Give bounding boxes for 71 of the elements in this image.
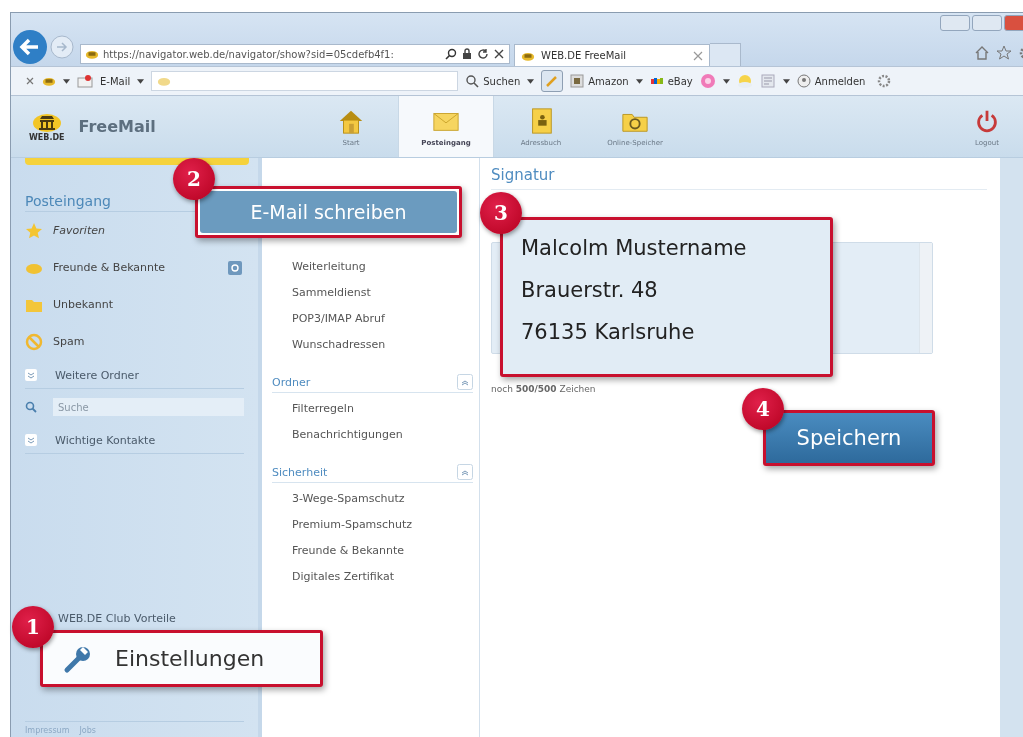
browser-tab[interactable]: WEB.DE FreeMail: [514, 44, 710, 66]
restore-button[interactable]: [972, 15, 1002, 31]
forward-button[interactable]: [50, 35, 74, 59]
settings-link[interactable]: 3-Wege-Spamschutz: [272, 489, 473, 515]
signature-line: Brauerstr. 48: [521, 277, 659, 304]
folder-item[interactable]: Freunde & Bekannte: [25, 258, 166, 277]
section-title: Sicherheit: [272, 465, 328, 479]
search-icon: [465, 74, 480, 88]
prohibited-icon: [25, 332, 43, 351]
settings-link[interactable]: Premium-Spamschutz: [272, 515, 473, 541]
toolbar-link[interactable]: Suchen: [465, 74, 521, 88]
settings-link[interactable]: Filterregeln: [272, 399, 473, 425]
account-icon: [796, 74, 811, 88]
contacts-toggle[interactable]: Wichtige Kontakte: [25, 427, 244, 454]
url-text: https://navigator.web.de/navigator/show?sid=05cdefb4f1:: [103, 48, 395, 60]
settings-icon[interactable]: [876, 73, 893, 89]
scrollbar[interactable]: [919, 243, 932, 353]
lock-icon: [461, 48, 473, 60]
page-heading: Signatur: [491, 166, 987, 190]
news-icon[interactable]: [759, 73, 776, 89]
compose-button-edge[interactable]: [25, 158, 249, 165]
collapse-icon[interactable]: [457, 464, 473, 480]
caret-icon[interactable]: [137, 78, 145, 84]
settings-link[interactable]: Digitales Zertifikat: [272, 567, 473, 593]
settings-link[interactable]: POP3/IMAP Abruf: [272, 309, 473, 335]
caret-icon[interactable]: [722, 78, 730, 84]
toolbar-link[interactable]: Amazon: [570, 74, 629, 88]
envelope-icon[interactable]: [77, 73, 93, 89]
folder-item[interactable]: Favoriten: [25, 221, 105, 240]
logo-caption: WEB.DE: [29, 133, 65, 142]
pen-icon: [545, 74, 560, 88]
search-icon: [25, 401, 37, 413]
toolbar-link[interactable]: Anmelden: [796, 74, 866, 88]
caret-icon[interactable]: [527, 78, 535, 84]
section-title: Ordner: [272, 375, 311, 389]
settings-link[interactable]: Weiterleitung: [272, 257, 473, 283]
settings-link[interactable]: Sammeldienst: [272, 283, 473, 309]
close-icon[interactable]: [493, 48, 505, 60]
settings-link[interactable]: Freunde & Bekannte: [272, 541, 473, 567]
character-counter: noch 500/500 Zeichen: [491, 384, 597, 394]
shop-icon: [570, 74, 585, 88]
home-icon[interactable]: [974, 45, 990, 61]
collapse-icon[interactable]: [457, 374, 473, 390]
settings-link[interactable]: Benachrichtigungen: [272, 425, 473, 451]
club-link[interactable]: WEB.DE Club Vorteile: [58, 612, 176, 625]
settings-tooltip[interactable]: Einstellungen: [40, 630, 323, 687]
logo-icon: [31, 111, 62, 133]
star-icon: [25, 221, 43, 240]
signature-line: Malcolm Mustername: [521, 235, 748, 262]
address-bar[interactable]: https://navigator.web.de/navigator/show?sid=05cdefb4f1:: [80, 44, 510, 64]
caret-icon[interactable]: [63, 78, 70, 84]
caret-icon[interactable]: [635, 78, 643, 84]
new-tab-button[interactable]: [710, 43, 741, 66]
back-button[interactable]: [12, 29, 48, 65]
folder-item[interactable]: Unbekannt: [25, 295, 113, 314]
star-icon[interactable]: [996, 45, 1012, 61]
expand-icon: [25, 369, 37, 381]
minimize-button[interactable]: [940, 15, 970, 31]
signature-line: 76135 Karlsruhe: [521, 319, 696, 346]
brand-name: FreeMail: [78, 117, 156, 136]
folder-item[interactable]: Spam: [25, 332, 85, 351]
settings-link[interactable]: Wunschadressen: [272, 335, 473, 361]
expand-icon: [25, 434, 37, 446]
toolbar-search-field[interactable]: [151, 71, 459, 91]
toolbar-link[interactable]: eBay: [649, 74, 693, 88]
search-field[interactable]: Suche: [53, 398, 244, 416]
search-icon[interactable]: [445, 48, 457, 60]
pen-button[interactable]: [541, 70, 564, 92]
more-folders-toggle[interactable]: Weitere Ordner: [25, 362, 244, 389]
caret-icon[interactable]: [782, 78, 790, 84]
mail-link[interactable]: E-Mail: [100, 75, 131, 87]
